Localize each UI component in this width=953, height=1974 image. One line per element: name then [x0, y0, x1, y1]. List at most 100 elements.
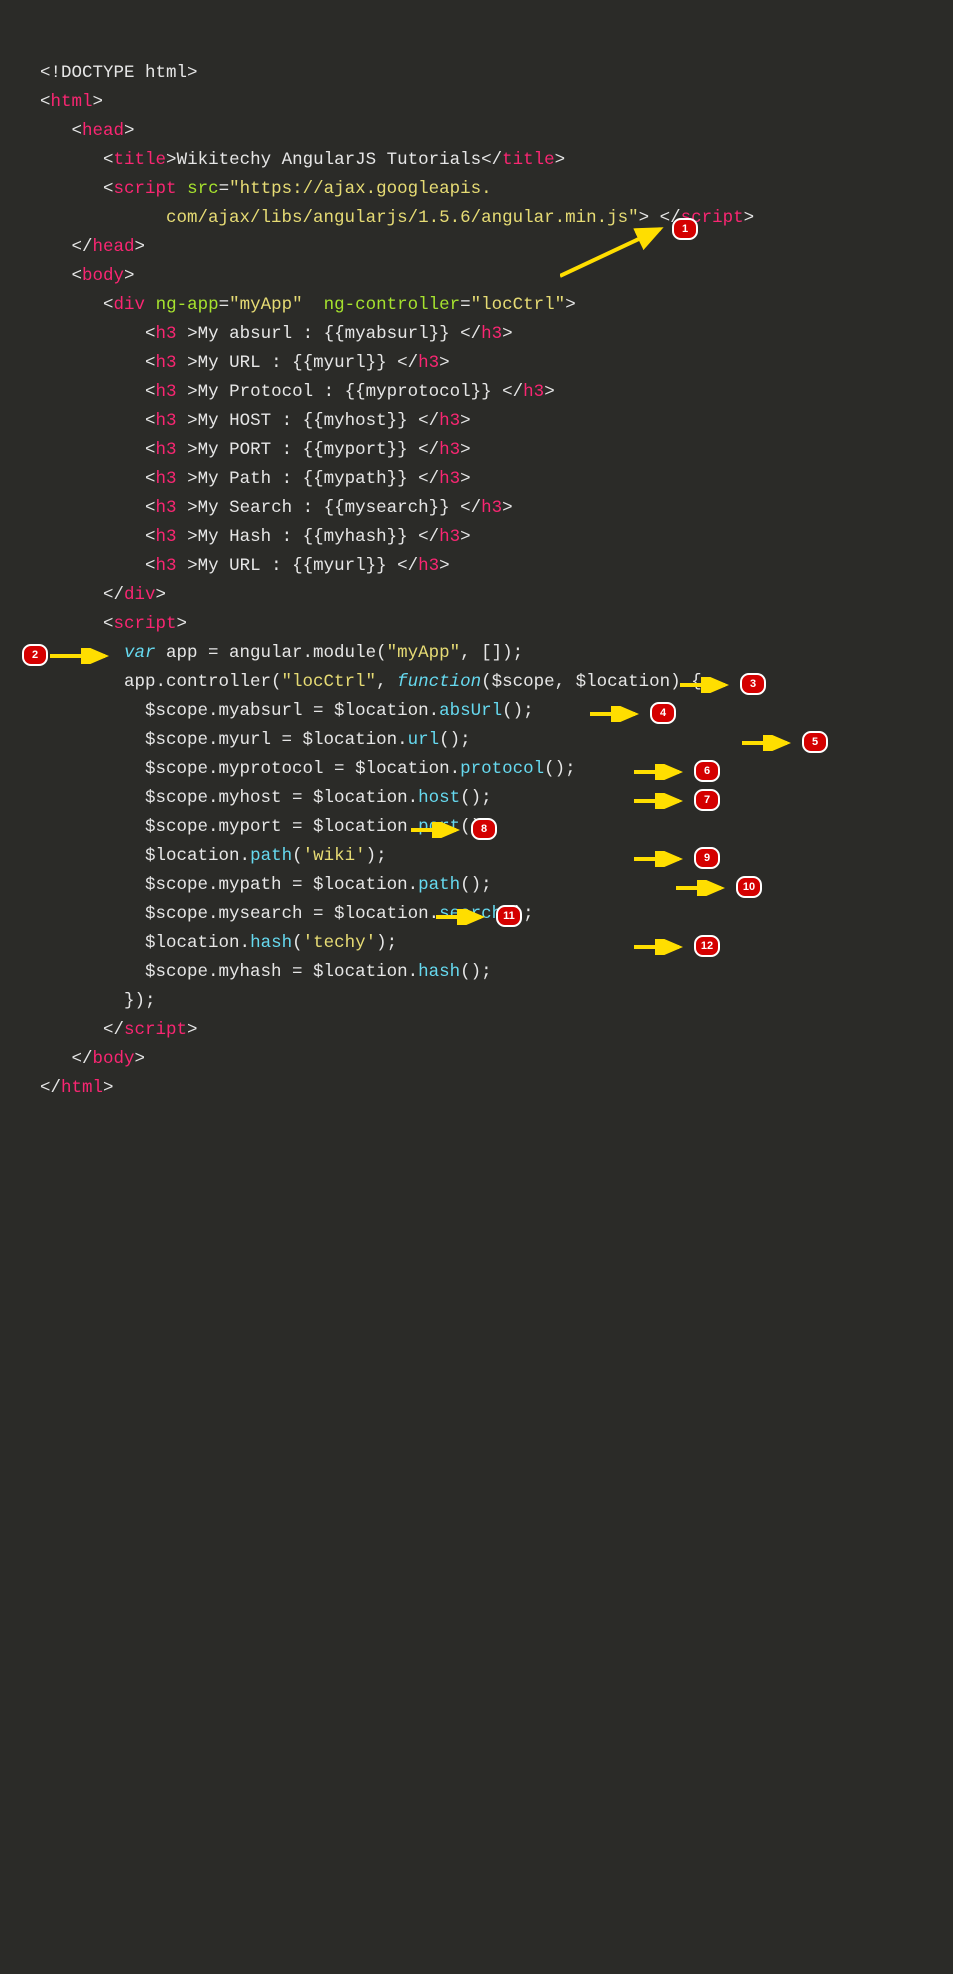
l24-end: (); — [439, 730, 471, 750]
h3-tag: h3 — [481, 324, 502, 344]
arrow-6 — [634, 764, 689, 780]
l26-end: (); — [460, 788, 492, 808]
doctype: <!DOCTYPE html> — [40, 63, 198, 83]
code-container: <!DOCTYPE html> <html> <head> <title>Wik… — [0, 0, 953, 1974]
l23-scope: $scope.myabsurl = $location. — [145, 701, 439, 721]
badge-4: 4 — [650, 702, 676, 724]
h3-tag: h3 — [523, 382, 544, 402]
l28-open: ( — [292, 846, 303, 866]
h3-hash-text: My Hash : {{myhash}} — [198, 527, 419, 547]
h3-tag: h3 — [156, 440, 177, 460]
l29-scope: $scope.mypath = $location. — [145, 875, 418, 895]
controller-call: app.controller( — [124, 672, 282, 692]
badge-7: 7 — [694, 789, 720, 811]
badge-2: 2 — [22, 644, 48, 666]
head-open-tag: head — [82, 121, 124, 141]
h3-tag: h3 — [156, 527, 177, 547]
h3-tag: h3 — [439, 440, 460, 460]
fn-params: ($scope, $location) { — [481, 672, 702, 692]
ng-controller-val: "locCtrl" — [471, 295, 566, 315]
l29-end: (); — [460, 875, 492, 895]
script-inline-close: script — [124, 1020, 187, 1040]
hash-set-method: hash — [250, 933, 292, 953]
div-open-tag: div — [114, 295, 146, 315]
arrow-7 — [634, 793, 689, 809]
script-inline-open: script — [114, 614, 177, 634]
ng-controller-attr: ng-controller — [324, 295, 461, 315]
h3-tag: h3 — [156, 411, 177, 431]
arrow-2 — [50, 648, 115, 664]
h3-protocol-text: My Protocol : {{myprotocol}} — [198, 382, 503, 402]
h3-tag: h3 — [156, 469, 177, 489]
badge-12: 12 — [694, 935, 720, 957]
badge-10: 10 — [736, 876, 762, 898]
title-open-tag: title — [114, 150, 167, 170]
title-close-tag: title — [502, 150, 555, 170]
comma: , — [376, 672, 397, 692]
h3-tag: h3 — [481, 498, 502, 518]
wiki-string: 'wiki' — [303, 846, 366, 866]
l28-end: ); — [366, 846, 387, 866]
h3-search-text: My Search : {{mysearch}} — [198, 498, 461, 518]
h3-tag: h3 — [156, 324, 177, 344]
h3-tag: h3 — [439, 527, 460, 547]
l31-open: ( — [292, 933, 303, 953]
badge-1: 1 — [672, 218, 698, 240]
h3-port-text: My PORT : {{myport}} — [198, 440, 419, 460]
head-close-tag: head — [93, 237, 135, 257]
h3-tag: h3 — [439, 411, 460, 431]
l31-loc: $location. — [145, 933, 250, 953]
l32-scope: $scope.myhash = $location. — [145, 962, 418, 982]
title-text: Wikitechy AngularJS Tutorials — [177, 150, 482, 170]
body-close-tag: body — [93, 1049, 135, 1069]
h3-tag: h3 — [156, 556, 177, 576]
l25-scope: $scope.myprotocol = $location. — [145, 759, 460, 779]
badge-11: 11 — [496, 905, 522, 927]
h3-tag: h3 — [156, 382, 177, 402]
hash-get-method: hash — [418, 962, 460, 982]
h3-host-text: My HOST : {{myhost}} — [198, 411, 419, 431]
arrow-12 — [634, 939, 689, 955]
badge-6: 6 — [694, 760, 720, 782]
module-end: , []); — [460, 643, 523, 663]
protocol-method: protocol — [460, 759, 544, 779]
html-open-tag: html — [51, 92, 93, 112]
l23-end: (); — [502, 701, 534, 721]
arrow-11 — [436, 909, 491, 925]
arrow-10 — [676, 880, 731, 896]
src-attr: src — [187, 179, 219, 199]
badge-3: 3 — [740, 673, 766, 695]
host-method: host — [418, 788, 460, 808]
function-keyword: function — [397, 672, 481, 692]
path-get-method: path — [418, 875, 460, 895]
l32-end: (); — [460, 962, 492, 982]
controller-name: "locCtrl" — [282, 672, 377, 692]
h3-url2-text: My URL : {{myurl}} — [198, 556, 398, 576]
var-keyword: var — [124, 643, 156, 663]
badge-8: 8 — [471, 818, 497, 840]
src-val-1: "https://ajax.googleapis. — [229, 179, 492, 199]
h3-tag: h3 — [418, 556, 439, 576]
module-name: "myApp" — [387, 643, 461, 663]
h3-absurl-text: My absurl : {{myabsurl}} — [198, 324, 461, 344]
l25-end: (); — [544, 759, 576, 779]
script-ext-open: script — [114, 179, 177, 199]
l30-scope: $scope.mysearch = $location. — [145, 904, 439, 924]
l27-scope: $scope.myport = $location. — [145, 817, 418, 837]
url-method: url — [408, 730, 440, 750]
div-close-tag: div — [124, 585, 156, 605]
badge-9: 9 — [694, 847, 720, 869]
h3-tag: h3 — [418, 353, 439, 373]
absurl-method: absUrl — [439, 701, 502, 721]
arrow-1 — [560, 224, 670, 279]
arrow-3 — [680, 677, 735, 693]
ng-app-val: "myApp" — [229, 295, 303, 315]
l26-scope: $scope.myhost = $location. — [145, 788, 418, 808]
h3-url-text: My URL : {{myurl}} — [198, 353, 398, 373]
html-close-tag: html — [61, 1078, 103, 1098]
arrow-5 — [742, 735, 797, 751]
l28-loc: $location. — [145, 846, 250, 866]
arrow-8 — [411, 822, 466, 838]
l24-scope: $scope.myurl = $location. — [145, 730, 408, 750]
l31-end: ); — [376, 933, 397, 953]
